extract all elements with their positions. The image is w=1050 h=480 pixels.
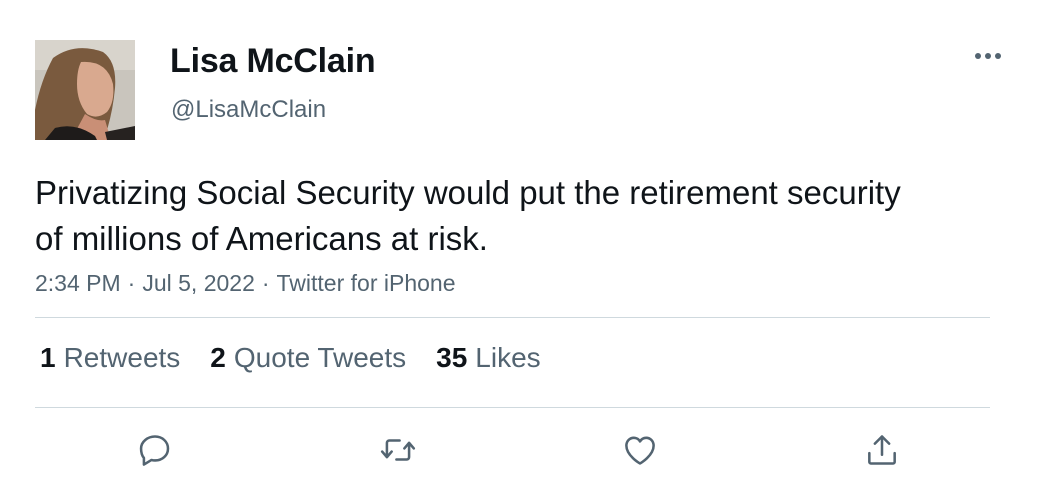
more-dots-icon xyxy=(975,53,1001,59)
display-name[interactable]: Lisa McClain xyxy=(170,42,376,81)
retweet-icon xyxy=(380,439,416,461)
quote-tweets-count: 2 xyxy=(210,342,226,373)
tweet-metadata: 2:34 PM · Jul 5, 2022 · Twitter for iPhone xyxy=(35,270,456,297)
likes-count: 35 xyxy=(436,342,468,373)
quote-tweets-stat[interactable]: 2 Quote Tweets xyxy=(210,342,406,374)
reply-button[interactable] xyxy=(133,428,177,472)
tweet-date[interactable]: Jul 5, 2022 xyxy=(142,270,255,296)
retweets-count: 1 xyxy=(40,342,56,373)
likes-stat[interactable]: 35 Likes xyxy=(436,342,541,374)
meta-separator: · xyxy=(127,270,136,296)
quote-tweets-label: Quote Tweets xyxy=(233,342,407,373)
more-options-button[interactable] xyxy=(970,44,1006,68)
reply-icon xyxy=(139,435,170,466)
tweet-text: Privatizing Social Security would put th… xyxy=(35,174,901,257)
meta-separator: · xyxy=(261,270,270,296)
like-button[interactable] xyxy=(618,428,662,472)
retweet-button[interactable] xyxy=(376,428,420,472)
divider xyxy=(35,317,990,318)
tweet-source[interactable]: Twitter for iPhone xyxy=(277,270,456,296)
retweets-label: Retweets xyxy=(63,342,181,373)
share-button[interactable] xyxy=(860,428,904,472)
profile-photo xyxy=(35,40,135,140)
likes-label: Likes xyxy=(475,342,541,373)
share-icon xyxy=(868,435,896,465)
engagement-stats: 1 Retweets 2 Quote Tweets 35 Likes xyxy=(40,342,571,374)
user-handle[interactable]: @LisaMcClain xyxy=(171,96,326,124)
like-icon xyxy=(625,436,655,465)
divider xyxy=(35,407,990,408)
retweets-stat[interactable]: 1 Retweets xyxy=(40,342,180,374)
avatar[interactable] xyxy=(35,40,135,140)
tweet-time[interactable]: 2:34 PM xyxy=(35,270,121,296)
